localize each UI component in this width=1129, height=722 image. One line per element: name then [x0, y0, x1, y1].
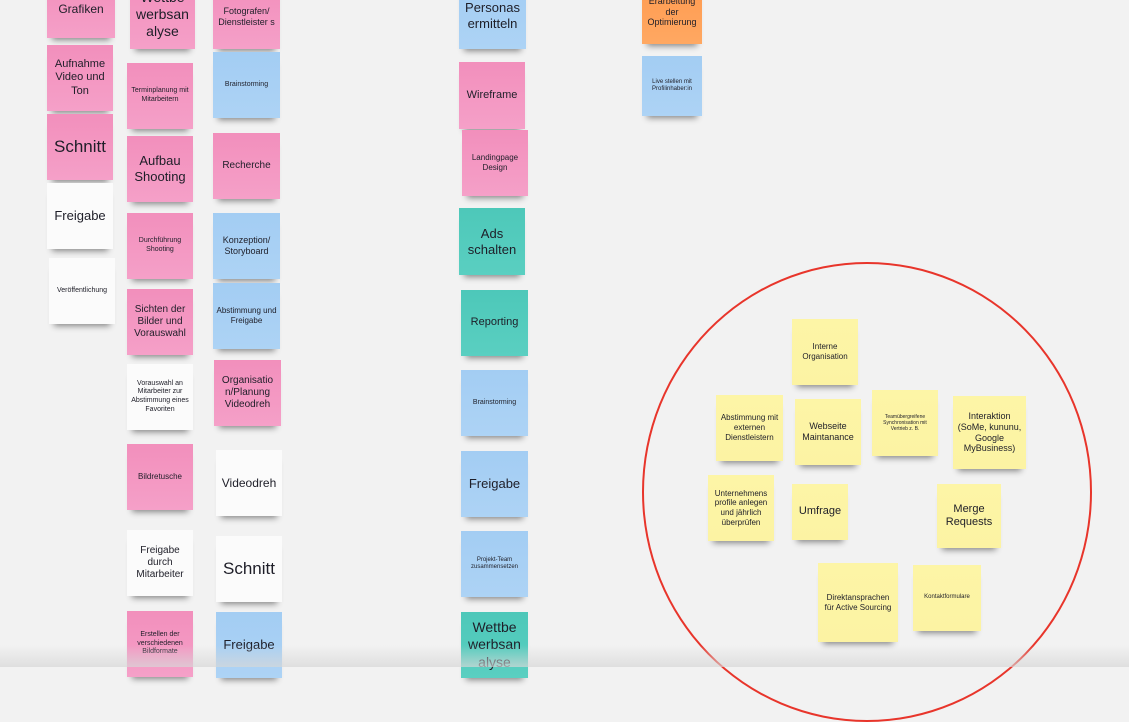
sticky-note[interactable]: Wettbe werbsan alyse [461, 612, 528, 678]
sticky-note-text: Veröffentlichung [56, 286, 108, 294]
sticky-note[interactable]: Live stellen mit Profilinhaber:in [642, 56, 702, 116]
sticky-note-text: Fotografen/ Dienstleister s [218, 5, 275, 27]
sticky-note-text: Terminplanung mit Mitarbeitern [131, 87, 189, 103]
sticky-note[interactable]: Sichten der Bilder und Vorauswahl [127, 289, 193, 355]
sticky-note-text: Wettbe werbsan alyse [136, 0, 189, 40]
sticky-note[interactable]: Freigabe [461, 451, 528, 517]
sticky-note[interactable]: Grafiken [47, 0, 115, 38]
sticky-note[interactable]: Freigabe durch Mitarbeiter [127, 530, 193, 596]
sticky-note-text: Abstimmung und Freigabe [216, 306, 277, 325]
sticky-note[interactable]: Landingpage Design [462, 130, 528, 196]
sticky-note-text: Projekt-Team zusammensetzen [470, 556, 519, 570]
sticky-note-text: Brainstorming [224, 80, 269, 88]
sticky-note[interactable]: Videodreh [216, 450, 282, 516]
sticky-note[interactable]: Bildretusche [127, 444, 193, 510]
sticky-note[interactable]: Recherche [213, 133, 280, 199]
sticky-note-text: Live stellen mit Profilinhaber:in [651, 78, 693, 92]
sticky-note-text: Grafiken [58, 1, 104, 16]
sticky-note-text: Wettbe werbsan alyse [468, 619, 521, 670]
sticky-note-text: Konzeption/ Storyboard [222, 235, 271, 256]
sticky-note[interactable]: Wireframe [459, 62, 525, 129]
sticky-note[interactable]: Wettbe werbsan alyse [130, 0, 195, 49]
sticky-note[interactable]: Erstellen der verschiedenen Bildformate [127, 611, 193, 677]
sticky-note[interactable]: Ads schalten [459, 208, 525, 275]
sticky-note-text: Wireframe [466, 88, 518, 101]
sticky-note-text: Recherche [222, 159, 271, 171]
sticky-note-text: Aufbau Shooting [134, 153, 186, 184]
sticky-note[interactable]: Projekt-Team zusammensetzen [461, 531, 528, 597]
sticky-note[interactable]: Brainstorming [461, 370, 528, 436]
sticky-note-text: Freigabe [468, 476, 521, 492]
sticky-note-text: Brainstorming [472, 398, 517, 406]
sticky-note-text: Freigabe [223, 637, 275, 653]
sticky-note-text: Freigabe durch Mitarbeiter [136, 544, 184, 581]
whiteboard-canvas[interactable]: Grafiken Aufnahme Video und Ton Schnitt Fre… [0, 0, 1129, 722]
sticky-note-text: Organisatio n/Planung Videodreh [221, 374, 274, 411]
highlight-circle[interactable] [642, 262, 1092, 722]
sticky-note-text: Reporting [470, 316, 519, 329]
sticky-note[interactable]: Aufnahme Video und Ton [47, 45, 113, 111]
sticky-note-text: Vorauswahl an Mitarbeiter zur Abstimmung… [131, 379, 189, 413]
sticky-note[interactable]: Durchführung Shooting [127, 213, 193, 279]
sticky-note[interactable]: Reporting [461, 290, 528, 356]
sticky-note[interactable]: Fotografen/ Dienstleister s [213, 0, 280, 49]
sticky-note-text: Ads schalten [467, 225, 517, 257]
sticky-note[interactable]: Abstimmung und Freigabe [213, 283, 280, 349]
sticky-note-text: Freigabe [54, 208, 106, 224]
sticky-note[interactable]: Erarbeitung der Optimierung [642, 0, 702, 44]
sticky-note[interactable]: Organisatio n/Planung Videodreh [214, 360, 281, 426]
sticky-note-text: Schnitt [223, 558, 275, 578]
sticky-note[interactable]: Aufbau Shooting [127, 136, 193, 202]
sticky-note[interactable]: Freigabe [216, 612, 282, 678]
sticky-note[interactable]: Freigabe [47, 183, 113, 249]
sticky-note-text: Erarbeitung der Optimierung [647, 0, 697, 28]
sticky-note[interactable]: Brainstorming [213, 52, 280, 118]
sticky-note[interactable]: Konzeption/ Storyboard [213, 213, 280, 279]
sticky-note-text: Landingpage Design [471, 153, 519, 172]
sticky-note-text: Personas ermitteln [465, 0, 520, 31]
sticky-note-text: Erstellen der verschiedenen Bildformate [137, 631, 183, 656]
sticky-note[interactable]: Personas ermitteln [459, 0, 526, 49]
sticky-note-text: Videodreh [221, 475, 277, 490]
sticky-note[interactable]: Terminplanung mit Mitarbeitern [127, 63, 193, 129]
sticky-note[interactable]: Schnitt [47, 114, 113, 180]
sticky-note[interactable]: Schnitt [216, 536, 282, 602]
sticky-note-text: Bildretusche [137, 472, 183, 482]
sticky-note-text: Schnitt [54, 136, 106, 156]
sticky-note-text: Sichten der Bilder und Vorauswahl [134, 303, 186, 340]
sticky-note[interactable]: Vorauswahl an Mitarbeiter zur Abstimmung… [127, 364, 193, 430]
sticky-note-text: Aufnahme Video und Ton [54, 57, 106, 97]
sticky-note-text: Durchführung Shooting [138, 237, 182, 253]
sticky-note[interactable]: Veröffentlichung [49, 258, 115, 324]
